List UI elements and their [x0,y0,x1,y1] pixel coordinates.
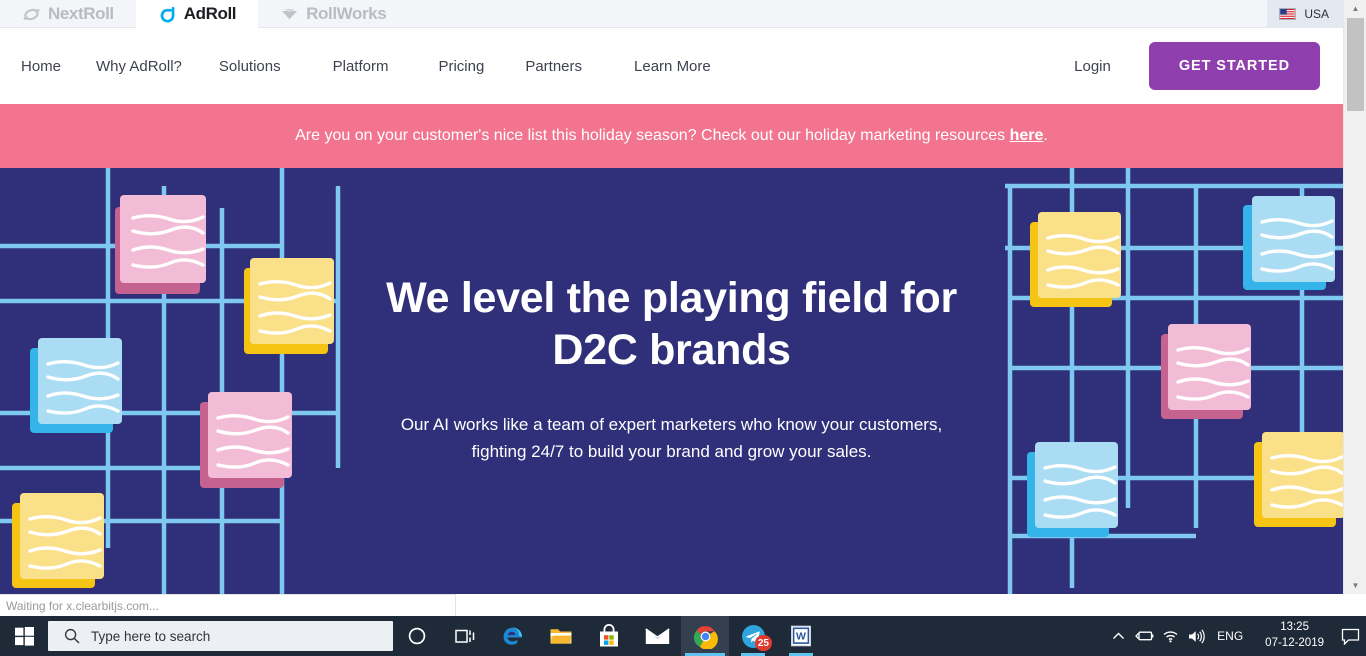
login-link[interactable]: Login [1074,58,1111,75]
hero-copy: We level the playing field for D2C brand… [372,272,972,466]
deco-card-pink-3 [1161,324,1251,419]
main-navigation: Home Why AdRoll? Solutions Platform Pric… [0,28,1343,104]
deco-card-pink-2 [200,392,292,488]
nav-link-list: Home Why AdRoll? Solutions Platform Pric… [0,58,711,75]
action-center-button[interactable] [1334,616,1366,656]
taskbar-task-view-button[interactable] [441,616,489,656]
search-placeholder-text: Type here to search [91,628,211,644]
action-center-icon [1341,628,1359,645]
usa-flag-icon [1279,8,1297,20]
nav-link-solutions[interactable]: Solutions [219,58,281,75]
search-icon [64,628,80,644]
mail-icon [644,627,670,644]
tray-date: 07-12-2019 [1265,637,1324,649]
nav-link-home[interactable]: Home [21,58,61,75]
deco-card-yellow-1 [244,258,334,354]
locale-selector[interactable]: USA [1267,0,1343,28]
chrome-icon [693,625,718,649]
edge-icon [503,627,522,645]
nextroll-logo-icon [23,8,40,20]
brand-tab-adroll[interactable]: AdRoll [135,0,259,28]
status-text: Waiting for x.clearbitjs.com... [6,598,159,613]
browser-status-bar: Waiting for x.clearbitjs.com... [0,594,456,616]
tray-wifi-icon[interactable] [1157,616,1183,656]
deco-card-blue-1 [30,338,122,433]
promo-banner-text: Are you on your customer's nice list thi… [295,127,1048,145]
file-explorer-icon [550,629,572,644]
system-tray: ENG 13:25 07-12-2019 [1105,616,1366,656]
tray-time: 13:25 [1280,621,1309,634]
nav-link-platform[interactable]: Platform [333,58,389,75]
word-icon: W [791,625,811,647]
task-view-icon [455,629,475,643]
windows-start-icon [14,626,34,646]
tray-clock[interactable]: 13:25 07-12-2019 [1255,620,1334,651]
promo-text-after: . [1043,127,1048,144]
hero-headline: We level the playing field for D2C brand… [386,274,957,375]
rollworks-logo-icon [282,8,298,19]
taskbar-cortana-button[interactable] [393,616,441,656]
windows-taskbar: Type here to search 25 W ENG 13:25 07-12… [0,616,1366,656]
cortana-icon [408,627,426,645]
taskbar-word-button[interactable]: W [777,616,825,656]
nav-link-why-adroll[interactable]: Why AdRoll? [96,58,182,75]
taskbar-chrome-button[interactable] [681,616,729,656]
brand-tab-label: AdRoll [183,4,237,23]
hero-subheadline: Our AI works like a team of expert marke… [400,414,943,462]
brand-tab-label: NextRoll [48,4,114,23]
taskbar-telegram-button[interactable]: 25 [729,616,777,656]
locale-label: USA [1304,7,1329,21]
scroll-down-arrow-icon[interactable]: ▼ [1344,577,1366,594]
scrollbar-thumb[interactable] [1347,18,1364,111]
get-started-button[interactable]: GET STARTED [1148,42,1320,90]
brand-tab-rollworks[interactable]: RollWorks [258,0,408,28]
telegram-unread-badge: 25 [754,635,772,651]
svg-text:W: W [796,630,806,642]
browser-window: NextRoll AdRoll RollWorks USA ▲ ▼ Home W… [0,0,1366,656]
taskbar-app-icons: 25 W [393,616,825,656]
taskbar-edge-button[interactable] [489,616,537,656]
brand-tab-nextroll[interactable]: NextRoll [0,0,136,28]
deco-card-blue-3 [1027,442,1118,537]
microsoft-store-icon [600,624,618,647]
nav-actions: Login GET STARTED [1074,42,1343,90]
brand-tab-label: RollWorks [306,4,387,23]
promo-here-link[interactable]: here [1010,127,1044,144]
nav-link-pricing[interactable]: Pricing [438,58,484,75]
taskbar-file-explorer-button[interactable] [537,616,585,656]
taskbar-search-box[interactable]: Type here to search [48,621,393,651]
adroll-logo-icon [160,6,175,22]
brand-tab-strip: NextRoll AdRoll RollWorks USA [0,0,1343,28]
nav-link-partners[interactable]: Partners [525,58,582,75]
promo-banner: Are you on your customer's nice list thi… [0,104,1343,168]
deco-card-blue-2 [1243,196,1335,290]
tray-battery-icon[interactable] [1131,616,1157,656]
deco-card-pink-1 [115,195,206,294]
page-scrollbar[interactable]: ▲ ▼ [1343,0,1366,594]
tray-language-indicator[interactable]: ENG [1209,629,1255,643]
nav-link-learn-more[interactable]: Learn More [634,58,711,75]
start-button[interactable] [0,616,48,656]
deco-card-yellow-2 [12,493,104,588]
taskbar-microsoft-store-button[interactable] [585,616,633,656]
taskbar-mail-button[interactable] [633,616,681,656]
tray-chevron-up-icon[interactable] [1105,616,1131,656]
deco-card-yellow-3 [1030,212,1121,307]
hero-section: We level the playing field for D2C brand… [0,168,1343,594]
scroll-up-arrow-icon[interactable]: ▲ [1344,0,1366,17]
promo-text-before: Are you on your customer's nice list thi… [295,127,1010,144]
tray-volume-icon[interactable] [1183,616,1209,656]
deco-card-yellow-4 [1254,432,1343,527]
